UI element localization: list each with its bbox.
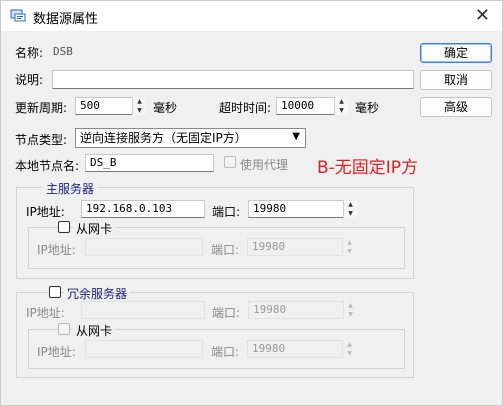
spin-down-icon[interactable]: ▼ [133,106,146,115]
spin-down-icon[interactable]: ▼ [335,106,348,115]
redundant-port-spinner[interactable]: ▲ ▼ [343,301,357,319]
refresh-unit-label: 毫秒 [153,101,178,115]
redundant-ip-label: IP地址: [26,306,65,320]
use-proxy-checkbox[interactable] [224,156,236,168]
name-label: 名称: [15,46,44,60]
redundant-server-checkbox[interactable] [49,286,61,298]
redundant-slave-port-spinner[interactable]: ▲ ▼ [342,340,356,358]
annotation-label: B-无固定IP方 [317,158,419,178]
properties-dialog: 数据源属性 ✕ 名称: DSB 确定 取消 高级 说明: 更新周期: 500 ▲… [0,0,503,406]
main-port-spinner[interactable]: ▲ ▼ [343,200,357,218]
timeout-spinner[interactable]: ▲ ▼ [334,97,348,115]
main-port-label: 端口: [212,205,241,219]
spin-up-icon[interactable]: ▲ [343,238,356,247]
spin-up-icon[interactable]: ▲ [335,97,348,106]
redundant-ip-input[interactable] [81,301,205,319]
datasource-icon [10,9,26,22]
node-type-select[interactable]: 逆向连接服务方（无固定IP方） ▼ [75,128,306,148]
main-slave-port-spinner[interactable]: ▲ ▼ [342,238,356,256]
redundant-slave-port-label: 端口: [211,345,240,359]
spin-down-icon[interactable]: ▼ [343,349,356,358]
main-ip-label: IP地址: [26,205,65,219]
redundant-slave-ip-input[interactable] [85,340,203,358]
main-slave-nic-legend: 从网卡 [73,220,116,237]
main-slave-ip-input[interactable] [85,238,203,256]
spin-down-icon[interactable]: ▼ [344,310,357,319]
timeout-unit-label: 毫秒 [355,101,380,115]
spin-up-icon[interactable]: ▲ [133,97,146,106]
main-slave-port-label: 端口: [211,243,240,257]
main-slave-nic-checkbox[interactable] [58,221,70,233]
main-port-input[interactable]: 19980 [248,200,357,218]
spin-up-icon[interactable]: ▲ [343,340,356,349]
main-slave-port-input[interactable]: 19980 [247,238,356,256]
refresh-period-spinner[interactable]: ▲ ▼ [132,97,146,115]
redundant-slave-nic-legend: 从网卡 [73,322,116,339]
node-type-label: 节点类型: [15,133,68,147]
ok-button[interactable]: 确定 [420,43,492,63]
spin-up-icon[interactable]: ▲ [344,200,357,209]
advanced-button[interactable]: 高级 [420,97,492,117]
redundant-slave-port-input[interactable]: 19980 [247,340,356,358]
spin-up-icon[interactable]: ▲ [344,301,357,310]
main-slave-ip-label: IP地址: [37,243,76,257]
spin-down-icon[interactable]: ▼ [343,247,356,256]
name-value: DSB [53,45,73,58]
main-server-legend: 主服务器 [43,180,98,197]
use-proxy-label: 使用代理 [240,158,289,172]
title-bar: 数据源属性 ✕ [1,1,502,31]
redundant-slave-ip-label: IP地址: [37,345,76,359]
cancel-button[interactable]: 取消 [420,70,492,90]
description-input[interactable] [52,70,414,89]
redundant-server-legend: 冗余服务器 [64,285,131,302]
description-label: 说明: [15,73,44,87]
local-node-input[interactable]: DS_B [85,154,214,172]
spin-down-icon[interactable]: ▼ [344,209,357,218]
redundant-port-input[interactable]: 19980 [248,301,357,319]
redundant-slave-nic-checkbox[interactable] [58,323,70,335]
refresh-period-label: 更新周期: [15,101,68,115]
timeout-label: 超时时间: [219,101,272,115]
local-node-label: 本地节点名: [15,159,80,173]
dialog-title: 数据源属性 [33,12,99,27]
main-ip-input[interactable]: 192.168.0.103 [81,200,205,218]
chevron-down-icon[interactable]: ▼ [292,128,300,146]
redundant-port-label: 端口: [212,306,241,320]
node-type-selected: 逆向连接服务方（无固定IP方） [80,131,247,145]
close-icon[interactable]: ✕ [475,5,490,26]
